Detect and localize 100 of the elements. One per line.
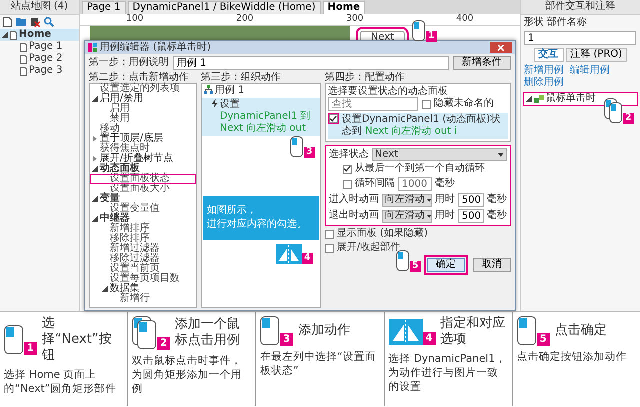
collapse-arrow-icon[interactable] bbox=[102, 286, 108, 292]
tree-item[interactable]: 设置每页项目数 bbox=[90, 274, 196, 284]
search-field[interactable]: 查找 bbox=[328, 97, 418, 111]
case-name-field[interactable]: 用例 1 bbox=[173, 56, 449, 70]
collapse-arrow-icon[interactable] bbox=[2, 32, 8, 38]
callout-text: 如图所示， bbox=[207, 204, 258, 218]
checkbox-label: 从最后一个到第一个自动循环 bbox=[355, 163, 485, 175]
animation-dropdown[interactable]: 向左滑动 bbox=[382, 194, 432, 206]
tree-item[interactable]: 启用 bbox=[90, 104, 196, 114]
link[interactable]: 新增用例 bbox=[524, 65, 564, 77]
tree-item[interactable]: 数据集 bbox=[90, 284, 196, 294]
step-title: 选择“Next”按钮 bbox=[42, 316, 113, 364]
duration-field[interactable]: 500 bbox=[458, 193, 484, 207]
cancel-button[interactable]: 取消 bbox=[473, 258, 511, 272]
step-number: 2 bbox=[157, 337, 170, 350]
collapse-arrow-icon[interactable] bbox=[92, 196, 98, 202]
checkbox[interactable] bbox=[329, 114, 338, 123]
caret-icon bbox=[427, 198, 432, 202]
unit-label: 毫秒 bbox=[435, 178, 455, 190]
event-item[interactable]: 鼠标单击时 bbox=[523, 92, 638, 106]
checkbox[interactable] bbox=[343, 180, 352, 188]
step-number: 3 bbox=[304, 147, 315, 158]
step-number: 2 bbox=[623, 113, 634, 124]
app-icon bbox=[88, 43, 97, 52]
tree-item[interactable]: 动态面板 bbox=[90, 164, 196, 174]
add-condition-button[interactable]: 新增条件 bbox=[453, 56, 511, 70]
tree-item[interactable]: 变量 bbox=[90, 194, 196, 204]
step-title: 指定和对应选项 bbox=[440, 316, 507, 348]
step-title: 添加一个鼠标点击用例 bbox=[175, 317, 242, 349]
new-page-icon[interactable] bbox=[3, 17, 12, 27]
step-description: 选择 Home 页面上的“Next”圆角矩形部件 bbox=[4, 368, 118, 396]
link[interactable]: 删除用例 bbox=[524, 77, 564, 89]
checkbox-label: 隐藏未命名的 bbox=[434, 98, 494, 110]
animation-dropdown[interactable]: 向左滑动 bbox=[382, 210, 432, 222]
link[interactable]: 编辑用例 bbox=[570, 65, 610, 77]
field-label: 退出时动画 bbox=[329, 210, 379, 222]
step-number: 5 bbox=[410, 261, 421, 272]
tab[interactable]: 注释 (PRO) bbox=[566, 48, 628, 62]
page-item[interactable]: Page 2 bbox=[0, 53, 79, 65]
step-number: 3 bbox=[280, 333, 294, 346]
case-label: 用例 1 bbox=[215, 85, 245, 97]
collapse-arrow-icon[interactable] bbox=[92, 96, 98, 102]
ruler-label: 400 bbox=[456, 14, 474, 25]
tab[interactable]: Home bbox=[322, 1, 366, 14]
ruler-label: 100 bbox=[126, 14, 144, 25]
tree-item[interactable]: 移除排序 bbox=[90, 234, 196, 244]
expand-arrow-icon[interactable] bbox=[92, 136, 98, 142]
delete-icon[interactable] bbox=[30, 17, 40, 27]
tree-item[interactable]: 设置当前页 bbox=[90, 264, 196, 274]
collapse-arrow-icon[interactable] bbox=[526, 96, 532, 102]
close-button[interactable] bbox=[490, 42, 512, 53]
action-item[interactable]: 设置 DynamicPanel1 到 Next 向左滑动 out bbox=[202, 98, 320, 136]
tree-item[interactable]: 中继器 bbox=[90, 214, 196, 224]
tree-item[interactable]: 移动 bbox=[90, 124, 196, 134]
step-number: 4 bbox=[302, 253, 313, 264]
checkbox[interactable] bbox=[343, 164, 352, 174]
tab[interactable]: 交互 bbox=[534, 48, 564, 62]
tree-item[interactable]: 新增排序 bbox=[90, 224, 196, 234]
unit-label: 毫秒 bbox=[487, 210, 507, 222]
duration-field[interactable]: 500 bbox=[458, 209, 484, 223]
checkbox[interactable] bbox=[325, 230, 334, 238]
page-item[interactable]: Home bbox=[0, 29, 79, 41]
checkbox[interactable] bbox=[422, 100, 431, 108]
state-dropdown[interactable]: Next bbox=[372, 148, 507, 161]
checkbox-label: 展开/收起部件 bbox=[337, 242, 400, 254]
tree-item[interactable]: 新增过滤器 bbox=[90, 244, 196, 254]
search-icon[interactable] bbox=[44, 17, 54, 27]
collapse-arrow-icon[interactable] bbox=[92, 166, 98, 172]
tree-item[interactable]: 置于顶层/底层 bbox=[90, 134, 196, 144]
tree-item[interactable]: 设置变量值 bbox=[90, 204, 196, 214]
collapse-arrow-icon[interactable] bbox=[92, 216, 98, 222]
checkbox-label: 显示面板 (如果隐藏) bbox=[337, 228, 428, 240]
tree-item[interactable]: 展开/折叠树节点 bbox=[90, 154, 196, 164]
step-number: 1 bbox=[24, 342, 37, 355]
tree-item[interactable]: 新增行 bbox=[90, 294, 196, 304]
field-label: 选择状态 bbox=[329, 148, 369, 160]
section-label: 第三步：组织动作 bbox=[201, 72, 282, 83]
mouse-pair-icon bbox=[132, 316, 158, 350]
dropdown-value: 向左滑动 bbox=[385, 210, 425, 222]
step-title: 添加动作 bbox=[298, 323, 350, 339]
tree-item[interactable]: 禁用 bbox=[90, 114, 196, 124]
field-label: 第一步：用例说明 bbox=[89, 57, 169, 69]
page-item[interactable]: Page 3 bbox=[0, 65, 79, 77]
step-description: 双击鼠标点击时事件，为圆角矩形添加一个用例 bbox=[132, 354, 244, 396]
folder-icon[interactable] bbox=[16, 17, 26, 26]
tree-item[interactable]: 移除过滤器 bbox=[90, 254, 196, 264]
expand-arrow-icon[interactable] bbox=[92, 156, 98, 162]
tab[interactable]: DynamicPanel1 / BikeWiddle (Home) bbox=[128, 1, 321, 14]
caret-icon bbox=[498, 152, 504, 156]
page-item[interactable]: Page 1 bbox=[0, 41, 79, 53]
field-label: 进入时动画 bbox=[329, 194, 379, 206]
tree-item[interactable]: 获得焦点时 bbox=[90, 144, 196, 154]
name-field[interactable]: 1 bbox=[524, 31, 636, 45]
tree-item[interactable]: 设置选定的列表项 bbox=[90, 84, 196, 94]
ok-button[interactable]: 确定 bbox=[427, 258, 465, 272]
tree-item[interactable]: 启用/禁用 bbox=[90, 94, 196, 104]
tab[interactable]: Page 1 bbox=[82, 1, 126, 14]
dropdown-value: 向左滑动 bbox=[385, 194, 425, 206]
checkbox[interactable] bbox=[325, 244, 334, 252]
section-label: 第二步：点击新增动作 bbox=[89, 72, 190, 83]
